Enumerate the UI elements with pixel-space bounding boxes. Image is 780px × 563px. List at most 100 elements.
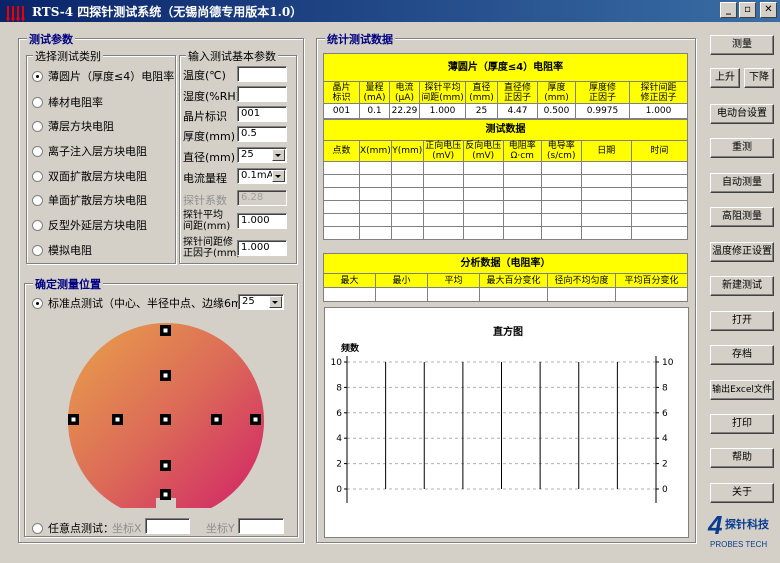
radio-arbitrary-point[interactable]: 任意点测试： xyxy=(32,520,114,536)
radio-standard-points[interactable]: 标准点测试（中心、半径中点、边缘6mm） xyxy=(32,295,263,311)
raise-button[interactable]: 上升 xyxy=(710,68,740,88)
table-row xyxy=(323,287,688,302)
table-header: 厚度修 正因子 xyxy=(575,81,630,104)
spacing-input[interactable]: 1.000 xyxy=(237,213,287,229)
coord-y-label: 坐标Y xyxy=(206,522,235,535)
high-resistance-button[interactable]: 高阻测量 xyxy=(710,207,774,227)
y-tick-label: 8 xyxy=(336,383,342,393)
about-button[interactable]: 关于 xyxy=(710,483,774,503)
brand-logo: 4 探针科技 PROBES TECH xyxy=(708,510,778,552)
measure-point[interactable] xyxy=(160,489,171,500)
measure-point[interactable] xyxy=(250,414,261,425)
radio-dot xyxy=(32,70,43,82)
radio-label: 单面扩散层方块电阻 xyxy=(48,194,147,207)
coord-x-input[interactable] xyxy=(145,518,190,534)
radio-label: 任意点测试： xyxy=(48,522,114,535)
table-cell: 1.000 xyxy=(629,103,688,119)
wafer-id-input[interactable]: 001 xyxy=(237,106,287,122)
maximize-button[interactable]: ▫ xyxy=(739,2,756,18)
radio-inversion-epi[interactable]: 反型外延层方块电阻 xyxy=(32,217,147,233)
table-row xyxy=(323,226,689,240)
test-data-table: 测试数据 点数 X(mm) Y(mm) 正向电压 (mV) 反向电压 (mV) 电阻… xyxy=(323,119,689,240)
diameter-select[interactable]: 25 xyxy=(237,147,287,163)
table-header: 探针平均 间距(mm) xyxy=(419,81,466,104)
print-button[interactable]: 打印 xyxy=(710,414,774,434)
table-cell xyxy=(462,200,504,214)
save-button[interactable]: 存档 xyxy=(710,345,774,365)
table-cell xyxy=(359,200,392,214)
measure-point[interactable] xyxy=(112,414,123,425)
table-cell xyxy=(323,187,360,201)
new-test-button[interactable]: 新建测试 xyxy=(710,276,774,296)
table1-header-row: 晶片 标识 量程 (mA) 电流 (μA) 探针平均 间距(mm) 直径 (mm) 直径修… xyxy=(323,81,688,104)
table-cell xyxy=(359,213,392,227)
export-excel-button[interactable]: 输出Excel文件 xyxy=(710,380,774,400)
radio-dot xyxy=(32,522,43,534)
radio-thin-wafer[interactable]: 薄圆片（厚度≤4）电阻率 xyxy=(32,68,174,84)
probe-coef-label: 探针系数 xyxy=(183,194,227,207)
wafer-summary-table: 薄圆片（厚度≤4）电阻率 晶片 标识 量程 (mA) 电流 (μA) 探针平均 间距(m… xyxy=(323,53,688,119)
close-button[interactable]: ✕ xyxy=(760,2,777,18)
spacing-label-2: 间距(mm) xyxy=(183,221,231,232)
radio-single-diffusion[interactable]: 单面扩散层方块电阻 xyxy=(32,192,147,208)
measure-point[interactable] xyxy=(211,414,222,425)
table-row xyxy=(323,187,689,201)
help-button[interactable]: 帮助 xyxy=(710,448,774,468)
auto-measure-button[interactable]: 自动测量 xyxy=(710,173,774,193)
table-header: 时间 xyxy=(630,140,689,162)
table-cell xyxy=(580,187,632,201)
standard-diameter-select[interactable]: 25 xyxy=(238,294,284,310)
humidity-input[interactable] xyxy=(237,86,287,102)
radio-dot xyxy=(32,96,43,108)
radio-thin-layer[interactable]: 薄层方块电阻 xyxy=(32,118,114,134)
temp-input[interactable] xyxy=(237,66,287,82)
spacing-corr-label-2: 正因子(mm) xyxy=(183,248,241,259)
thickness-input[interactable]: 0.5 xyxy=(237,126,287,142)
remeasure-button[interactable]: 重测 xyxy=(710,138,774,158)
header-line: (μA) xyxy=(395,92,414,103)
table-cell xyxy=(580,213,632,227)
radio-double-diffusion[interactable]: 双面扩散层方块电阻 xyxy=(32,168,147,184)
table-cell xyxy=(323,287,376,302)
measure-point[interactable] xyxy=(160,414,171,425)
open-button[interactable]: 打开 xyxy=(710,311,774,331)
table-cell xyxy=(547,287,616,302)
table-cell xyxy=(462,174,504,188)
radio-label: 薄层方块电阻 xyxy=(48,120,114,133)
stage-settings-button[interactable]: 电动台设置 xyxy=(710,104,774,124)
params-panel-title: 测试参数 xyxy=(27,31,75,47)
header-line: 修正因子 xyxy=(640,92,677,103)
chevron-down-icon[interactable] xyxy=(272,170,285,182)
measure-point[interactable] xyxy=(68,414,79,425)
lower-button[interactable]: 下降 xyxy=(744,68,774,88)
measure-point[interactable] xyxy=(160,460,171,471)
measure-point[interactable] xyxy=(160,370,171,381)
table-cell xyxy=(502,161,542,175)
minimize-button[interactable]: _ xyxy=(720,2,737,18)
table-cell xyxy=(630,187,689,201)
radio-dot xyxy=(32,170,43,182)
chevron-down-icon[interactable] xyxy=(272,149,285,161)
y-tick-label: 6 xyxy=(662,409,668,419)
chevron-down-icon[interactable] xyxy=(269,296,282,308)
radio-ion-implant[interactable]: 离子注入层方块电阻 xyxy=(32,143,147,159)
table-cell xyxy=(359,187,392,201)
radio-label: 模拟电阻 xyxy=(48,244,92,257)
temp-label: 温度(℃) xyxy=(183,69,226,82)
header-line: 电流 xyxy=(395,82,414,93)
current-range-select[interactable]: 0.1mA xyxy=(237,168,287,184)
radio-simulated-r[interactable]: 模拟电阻 xyxy=(32,242,92,258)
measure-button[interactable]: 测量 xyxy=(710,35,774,55)
table-cell xyxy=(323,226,360,240)
table-cell xyxy=(630,226,689,240)
radio-rod[interactable]: 棒材电阻率 xyxy=(32,94,103,110)
temp-correction-button[interactable]: 温度修正设置 xyxy=(710,242,774,262)
table-header: 最小 xyxy=(375,273,428,288)
table-cell: 1.000 xyxy=(419,103,466,119)
app-probe-icon xyxy=(6,3,28,22)
position-group-title: 确定测量位置 xyxy=(33,276,103,292)
measure-point[interactable] xyxy=(160,325,171,336)
spacing-corr-input[interactable]: 1.000 xyxy=(237,240,287,256)
diameter-value: 25 xyxy=(241,149,254,160)
coord-y-input[interactable] xyxy=(238,518,284,534)
